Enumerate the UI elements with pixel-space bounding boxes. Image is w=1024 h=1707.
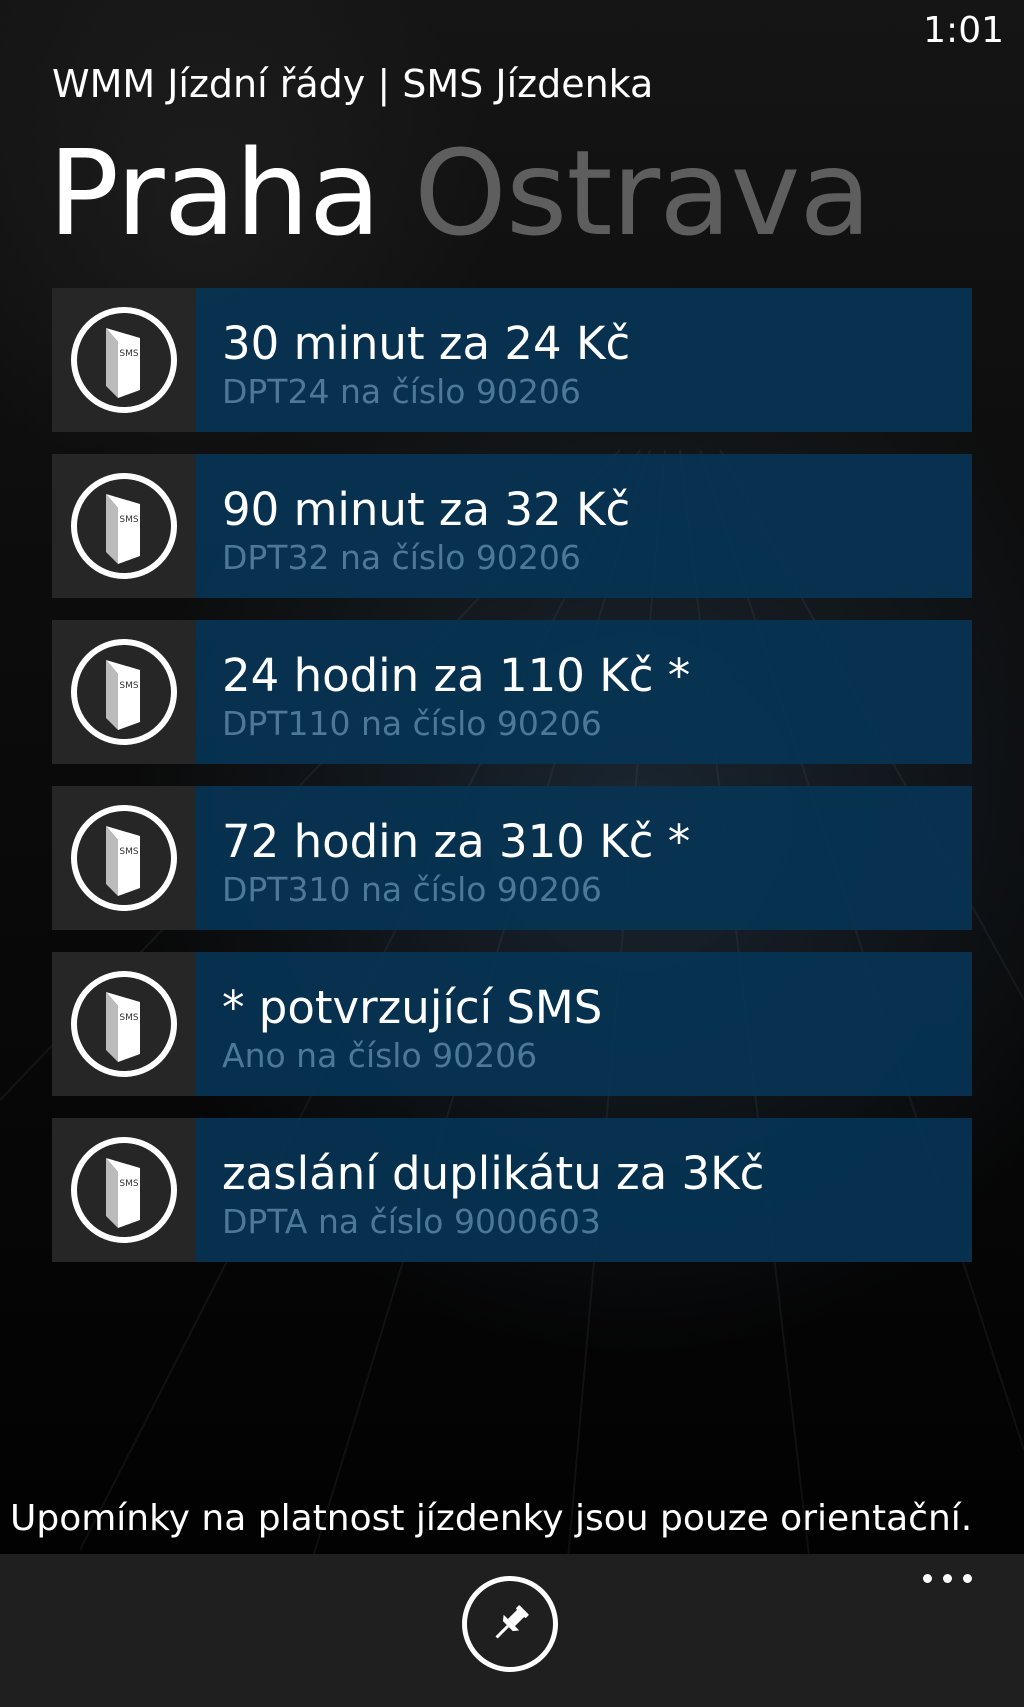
ticket-item[interactable]: SMS 90 minut za 32 Kč DPT32 na číslo 902…: [52, 454, 972, 598]
ticket-title: 30 minut za 24 Kč: [222, 317, 631, 370]
ticket-subtitle: DPT110 na číslo 90206: [222, 704, 602, 743]
pin-icon: [495, 1605, 529, 1639]
pin-button[interactable]: [462, 1576, 558, 1672]
svg-text:SMS: SMS: [119, 349, 138, 359]
svg-text:SMS: SMS: [119, 681, 138, 691]
sms-ticket-icon: SMS: [52, 952, 196, 1096]
ticket-item[interactable]: SMS 72 hodin za 310 Kč * DPT310 na číslo…: [52, 786, 972, 930]
pivot-tab-ostrava[interactable]: Ostrava: [414, 118, 872, 268]
ticket-subtitle: Ano na číslo 90206: [222, 1036, 538, 1075]
ticket-subtitle: DPTA na číslo 9000603: [222, 1202, 601, 1241]
ticket-subtitle: DPT32 na číslo 90206: [222, 538, 581, 577]
svg-text:SMS: SMS: [119, 1013, 138, 1023]
sms-ticket-icon: SMS: [52, 620, 196, 764]
sms-ticket-icon: SMS: [52, 454, 196, 598]
pivot-header: Praha Ostrava: [48, 118, 905, 268]
more-icon: [923, 1574, 932, 1583]
svg-text:SMS: SMS: [119, 847, 138, 857]
sms-ticket-icon: SMS: [52, 1118, 196, 1262]
svg-text:SMS: SMS: [119, 1179, 138, 1189]
ticket-item[interactable]: SMS 24 hodin za 110 Kč * DPT110 na číslo…: [52, 620, 972, 764]
more-button[interactable]: [923, 1574, 972, 1583]
pivot-tab-praha[interactable]: Praha: [48, 118, 381, 268]
ticket-subtitle: DPT310 na číslo 90206: [222, 870, 602, 909]
ticket-item[interactable]: SMS zaslání duplikátu za 3Kč DPTA na čís…: [52, 1118, 972, 1262]
ticket-item[interactable]: SMS * potvrzující SMS Ano na číslo 90206: [52, 952, 972, 1096]
ticket-title: 72 hodin za 310 Kč *: [222, 815, 691, 868]
status-time: 1:01: [923, 10, 1004, 51]
ticket-item[interactable]: SMS 30 minut za 24 Kč DPT24 na číslo 902…: [52, 288, 972, 432]
sms-ticket-icon: SMS: [52, 786, 196, 930]
ticket-title: 90 minut za 32 Kč: [222, 483, 631, 536]
ticket-list: SMS 30 minut za 24 Kč DPT24 na číslo 902…: [52, 288, 972, 1284]
sms-ticket-icon: SMS: [52, 288, 196, 432]
ticket-subtitle: DPT24 na číslo 90206: [222, 372, 581, 411]
ticket-title: * potvrzující SMS: [222, 981, 603, 1034]
footer-note: Upomínky na platnost jízdenky jsou pouze…: [10, 1498, 973, 1539]
app-bar: [0, 1554, 1024, 1707]
ticket-title: zaslání duplikátu za 3Kč: [222, 1147, 765, 1200]
ticket-title: 24 hodin za 110 Kč *: [222, 649, 691, 702]
app-title: WMM Jízdní řády | SMS Jízdenka: [52, 62, 654, 106]
svg-text:SMS: SMS: [119, 515, 138, 525]
